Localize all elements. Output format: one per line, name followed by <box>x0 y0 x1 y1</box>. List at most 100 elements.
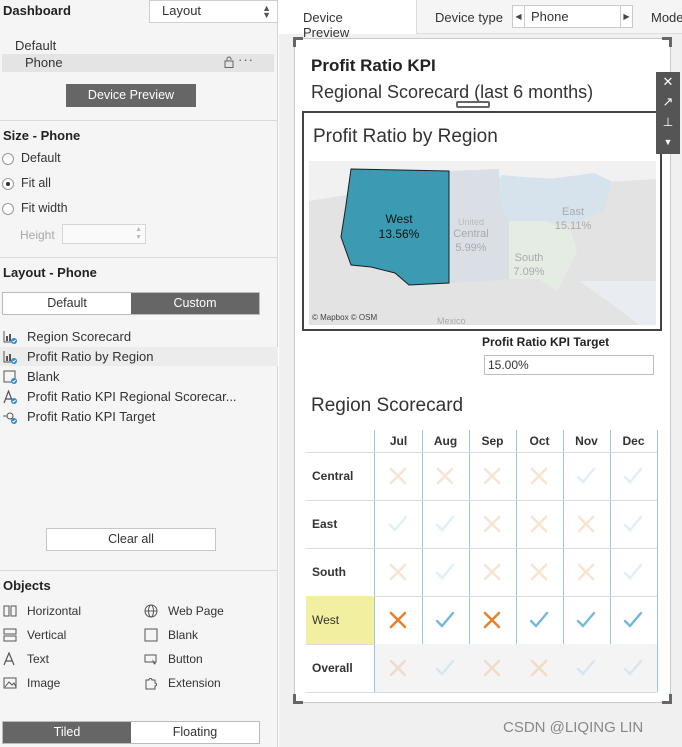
check-mark-icon <box>623 659 643 676</box>
dashboard-title: Profit Ratio KPI <box>311 56 436 75</box>
row-label-central[interactable]: Central <box>306 452 374 500</box>
month-header: Nov <box>575 434 598 448</box>
layout-item-kpi-target[interactable]: Profit Ratio KPI Target <box>0 407 278 426</box>
map-canvas: West 13.56% United Central 5.99% East 15… <box>309 168 656 325</box>
region-map[interactable]: West 13.56% United Central 5.99% East 15… <box>309 161 656 325</box>
layout-item-kpi-text[interactable]: Profit Ratio KPI Regional Scorecar... <box>0 387 278 406</box>
tab-device-preview[interactable]: Device Preview <box>279 0 417 40</box>
score-cell[interactable] <box>469 596 516 644</box>
pin-icon[interactable]: ⊥ <box>656 112 680 132</box>
layout-tab-default[interactable]: Default <box>3 293 131 314</box>
layout-dropdown[interactable]: Layout ▲ ▼ <box>149 0 278 23</box>
placement-floating[interactable]: Floating <box>131 722 259 743</box>
device-phone[interactable]: Phone ··· <box>2 52 274 72</box>
score-cell[interactable] <box>422 644 469 692</box>
object-label: Vertical <box>27 628 67 642</box>
score-cell[interactable] <box>375 452 422 500</box>
score-cell[interactable] <box>563 452 610 500</box>
score-cell[interactable] <box>516 644 563 692</box>
x-mark-icon <box>483 515 501 533</box>
more-options-icon[interactable]: ··· <box>238 52 254 67</box>
score-cell[interactable] <box>469 548 516 596</box>
map-attribution[interactable]: © Mapbox © OSM <box>312 313 377 322</box>
extension-icon <box>145 678 157 690</box>
grid-vline <box>657 430 658 692</box>
check-mark-icon <box>435 515 455 532</box>
layout-tab-custom[interactable]: Custom <box>131 293 259 314</box>
score-cell[interactable] <box>422 596 469 644</box>
radio-size-fit-all[interactable] <box>2 178 14 190</box>
device-preview-button[interactable]: Device Preview <box>66 84 196 107</box>
score-cell[interactable] <box>516 596 563 644</box>
device-type-select[interactable]: ◀ Phone ▶ <box>512 5 633 28</box>
placement-tiled[interactable]: Tiled <box>3 722 131 743</box>
score-cell[interactable] <box>375 596 422 644</box>
radio-size-fit-width[interactable] <box>2 203 14 215</box>
score-cell[interactable] <box>563 596 610 644</box>
check-mark-icon <box>435 563 455 580</box>
x-mark-icon <box>483 659 501 677</box>
layout-item-profit-ratio-by-region[interactable]: Profit Ratio by Region <box>0 347 278 366</box>
region-central-value: 5.99% <box>455 242 486 254</box>
score-cell[interactable] <box>422 452 469 500</box>
score-cell[interactable] <box>610 452 657 500</box>
placement-toggle: Tiled Floating <box>2 721 260 744</box>
score-cell[interactable] <box>610 596 657 644</box>
region-west-name: West <box>385 212 413 226</box>
region-west-value: 13.56% <box>379 227 420 241</box>
frame-corner <box>662 37 672 47</box>
score-cell[interactable] <box>610 548 657 596</box>
score-cell[interactable] <box>375 548 422 596</box>
score-cell[interactable] <box>422 500 469 548</box>
layout-item-blank[interactable]: Blank <box>0 367 278 386</box>
radio-size-default[interactable] <box>2 153 14 165</box>
object-label: Button <box>168 652 203 666</box>
score-cell[interactable] <box>469 500 516 548</box>
dropdown-arrow-icon[interactable]: ▼ <box>656 132 680 152</box>
object-label: Blank <box>168 628 199 642</box>
score-cell[interactable] <box>469 644 516 692</box>
check-mark-icon <box>623 515 643 532</box>
score-cell[interactable] <box>516 452 563 500</box>
score-cell[interactable] <box>563 548 610 596</box>
layout-item-label: Profit Ratio KPI Target <box>27 409 156 424</box>
device-default[interactable]: Default <box>15 38 56 53</box>
height-label: Height <box>20 228 55 242</box>
score-cell[interactable] <box>516 548 563 596</box>
score-cell[interactable] <box>516 500 563 548</box>
kpi-target-input[interactable]: 15.00% <box>484 355 654 375</box>
sheet-icon <box>3 331 17 344</box>
score-cell[interactable] <box>469 452 516 500</box>
drag-handle[interactable] <box>456 101 490 108</box>
score-cell[interactable] <box>563 500 610 548</box>
score-cell[interactable] <box>563 644 610 692</box>
row-label-east[interactable]: East <box>306 500 374 548</box>
score-cell[interactable] <box>610 644 657 692</box>
prev-arrow-icon[interactable]: ◀ <box>513 6 525 27</box>
x-mark-icon <box>389 467 407 485</box>
row-label-south[interactable]: South <box>306 548 374 596</box>
layout-mode-toggle: Default Custom <box>2 292 260 315</box>
button-icon <box>144 654 157 665</box>
region-east-name: East <box>562 206 584 218</box>
layout-item-region-scorecard[interactable]: Region Scorecard <box>0 327 278 346</box>
next-arrow-icon[interactable]: ▶ <box>620 6 632 27</box>
clear-all-button[interactable]: Clear all <box>46 528 216 551</box>
external-link-icon[interactable]: ↗ <box>656 92 680 112</box>
vertical-icon <box>3 628 17 642</box>
check-mark-icon <box>623 467 643 484</box>
row-label-overall[interactable]: Overall <box>306 644 374 692</box>
close-icon[interactable]: ✕ <box>656 72 680 92</box>
divider <box>0 120 278 121</box>
layout-item-label: Profit Ratio by Region <box>27 349 154 364</box>
row-label-west[interactable]: West <box>306 596 374 644</box>
score-cell[interactable] <box>375 644 422 692</box>
layout-item-label: Blank <box>27 369 60 384</box>
model-label: Mode <box>651 10 682 25</box>
map-container[interactable]: Profit Ratio by Region West 13.56% Unite… <box>302 111 662 331</box>
lock-icon[interactable] <box>224 56 234 68</box>
score-cell[interactable] <box>375 500 422 548</box>
score-cell[interactable] <box>610 500 657 548</box>
score-cell[interactable] <box>422 548 469 596</box>
x-mark-icon <box>436 467 454 485</box>
